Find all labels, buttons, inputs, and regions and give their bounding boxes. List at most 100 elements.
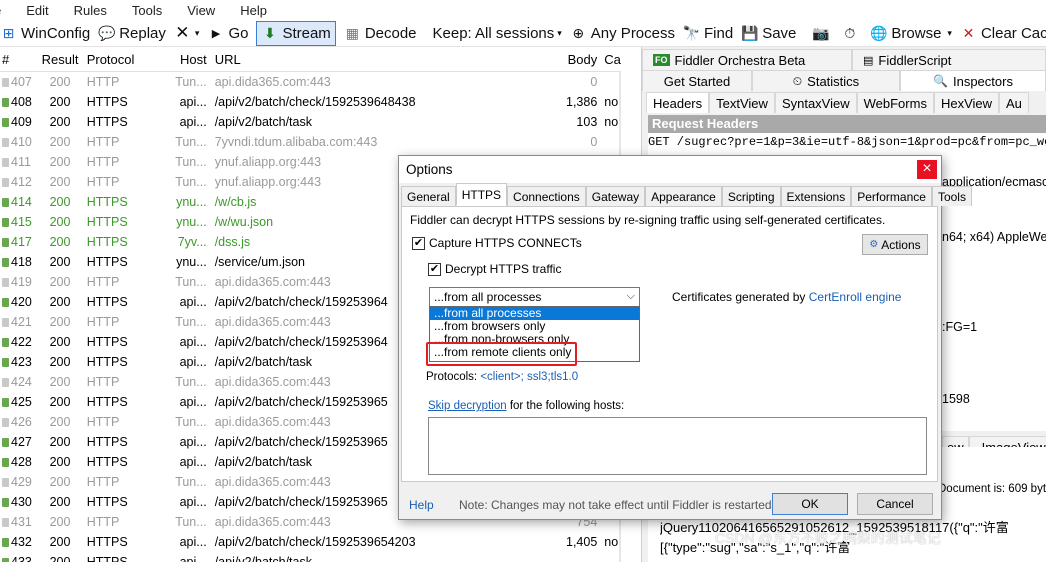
stream-button[interactable]: ⬇ Stream: [256, 20, 336, 46]
column-header-result[interactable]: Result: [39, 52, 80, 67]
row-number-text: 420: [11, 295, 32, 309]
watermark: CSDN @东方不败之鸭梨的测试笔记: [715, 530, 941, 546]
row-result: 200: [49, 355, 71, 369]
session-type-icon: [2, 118, 9, 128]
column-header-number[interactable]: #: [0, 52, 39, 67]
column-header-body[interactable]: Body: [547, 52, 601, 67]
tab-webforms[interactable]: WebForms: [856, 92, 934, 113]
any-process-button[interactable]: ⊕ Any Process: [566, 21, 679, 46]
table-row[interactable]: 410 200 HTTP Tun... 7yvndi.tdum.alibaba.com:…: [0, 132, 621, 152]
row-protocol: HTTPS: [86, 215, 128, 229]
row-host: 7yv...: [177, 235, 207, 249]
ok-button[interactable]: OK: [772, 493, 848, 515]
tab-general[interactable]: General: [401, 186, 456, 206]
tab-appearance[interactable]: Appearance: [645, 186, 722, 206]
table-row[interactable]: 433 200 HTTPS api... /api/v2/batch/task: [0, 552, 621, 562]
tab-extensions[interactable]: Extensions: [780, 186, 852, 206]
column-header-protocol[interactable]: Protocol: [81, 52, 162, 67]
row-host: Tun...: [175, 515, 207, 529]
tab-statistics[interactable]: ⏲ Statistics: [752, 70, 900, 91]
cancel-button[interactable]: Cancel: [857, 493, 933, 515]
top-tab-row: FO Fiddler Orchestra Beta ▤ FiddlerScrip…: [642, 49, 1046, 70]
tab-au[interactable]: Au: [999, 92, 1029, 113]
close-icon[interactable]: ×: [917, 160, 937, 179]
menu-item-edit[interactable]: Edit: [13, 3, 60, 18]
column-header-caching[interactable]: Ca: [601, 52, 621, 67]
tab-get-started[interactable]: Get Started: [642, 70, 752, 91]
tab-gateway[interactable]: Gateway: [585, 186, 646, 206]
row-number: 427: [0, 435, 39, 449]
table-row[interactable]: 408 200 HTTPS api... /api/v2/batch/check/159…: [0, 92, 621, 112]
row-number-text: 410: [11, 135, 32, 149]
remove-button[interactable]: ✕ ▾: [170, 21, 204, 46]
certificates-text: Certificates generated by CertEnroll eng…: [672, 290, 901, 304]
row-host: api...: [179, 435, 207, 449]
tab-hexview[interactable]: HexView: [933, 92, 1000, 113]
go-button[interactable]: ▶ Go: [203, 21, 252, 46]
row-protocol: HTTP: [86, 375, 120, 389]
row-number-text: 431: [11, 515, 32, 529]
screenshot-button[interactable]: 📷: [808, 21, 837, 46]
help-link[interactable]: Help: [409, 498, 434, 512]
table-row[interactable]: 432 200 HTTPS api... /api/v2/batch/check/159…: [0, 532, 621, 552]
skip-decryption-link[interactable]: Skip decryption: [428, 400, 507, 412]
tab-performance[interactable]: Performance: [851, 186, 932, 206]
dropdown-caret-icon: ▾: [557, 27, 562, 38]
save-button[interactable]: 💾 Save: [737, 21, 800, 46]
tab-textview[interactable]: TextView: [709, 92, 775, 113]
decrypt-https-checkbox[interactable]: ✔: [428, 263, 441, 276]
tab-https[interactable]: HTTPS: [455, 183, 508, 206]
tab-headers[interactable]: Headers: [646, 92, 710, 113]
session-type-icon: [2, 418, 9, 428]
find-button[interactable]: 🔭 Find: [679, 21, 737, 46]
tab-fiddler-orchestra[interactable]: FO Fiddler Orchestra Beta: [642, 49, 852, 70]
browse-label: Browse: [891, 24, 942, 42]
browse-button[interactable]: 🌐 Browse ▾: [866, 21, 956, 46]
row-number-text: 408: [11, 95, 32, 109]
row-result: 200: [49, 95, 71, 109]
session-type-icon: [2, 498, 9, 508]
decode-button[interactable]: ▦ Decode: [340, 21, 421, 46]
tab-fiddlerscript[interactable]: ▤ FiddlerScript: [852, 49, 1046, 70]
capture-https-checkbox[interactable]: ✔: [412, 237, 425, 250]
table-row[interactable]: 409 200 HTTPS api.../api/v2/batch/task 103 no: [0, 112, 621, 132]
tab-scripting[interactable]: Scripting: [721, 186, 781, 206]
timer-button[interactable]: ⏱: [837, 21, 866, 46]
tab-syntaxview[interactable]: SyntaxView: [774, 92, 857, 113]
column-header-host[interactable]: Host: [161, 52, 210, 67]
row-host: Tun...: [175, 475, 207, 489]
row-protocol: HTTPS: [86, 195, 128, 209]
winconfig-button[interactable]: ⊞ WinConfig: [0, 21, 94, 46]
column-header-url[interactable]: URL: [211, 52, 547, 67]
row-number: 412: [0, 175, 39, 189]
tab-connections[interactable]: Connections: [507, 186, 586, 206]
actions-button[interactable]: ⚙ Actions: [862, 234, 928, 255]
certenroll-link[interactable]: CertEnroll engine: [809, 290, 902, 304]
menu-item-help[interactable]: Help: [227, 3, 279, 18]
table-row[interactable]: 407 200 HTTP Tun... api.dida365.com:443 0: [0, 72, 621, 92]
decrypt-source-select[interactable]: ...from all processes ⌵: [429, 287, 640, 307]
skip-hosts-textarea[interactable]: [428, 417, 927, 475]
row-result: 200: [49, 215, 71, 229]
fiddler-orchestra-icon: FO: [653, 54, 670, 66]
menu-item-e[interactable]: e: [0, 3, 13, 18]
row-number-text: 425: [11, 395, 32, 409]
dialog-title-bar: Options: [399, 156, 941, 183]
dialog-footer: Help Note: Changes may not take effect u…: [399, 486, 941, 520]
menu-item-rules[interactable]: Rules: [61, 3, 119, 18]
replay-button[interactable]: 💬 Replay: [94, 21, 170, 46]
keep-sessions-dropdown[interactable]: Keep: All sessions ▾: [429, 21, 566, 46]
annotation-highlight-box: [426, 342, 577, 366]
session-type-icon: [2, 358, 9, 368]
clear-cache-button[interactable]: ✕ Clear Cache: [956, 21, 1046, 46]
row-number: 426: [0, 415, 39, 429]
row-result: 200: [49, 295, 71, 309]
tab-tools[interactable]: Tools: [931, 186, 972, 206]
menu-item-view[interactable]: View: [174, 3, 227, 18]
session-type-icon: [2, 158, 9, 168]
skip-decryption-text: Skip decryption for the following hosts:: [428, 400, 624, 412]
tab-inspectors[interactable]: 🔍 Inspectors: [900, 70, 1046, 91]
menu-item-tools[interactable]: Tools: [119, 3, 174, 18]
protocols-link[interactable]: <client>; ssl3;tls1.0: [480, 371, 578, 383]
row-result: 200: [49, 175, 71, 189]
